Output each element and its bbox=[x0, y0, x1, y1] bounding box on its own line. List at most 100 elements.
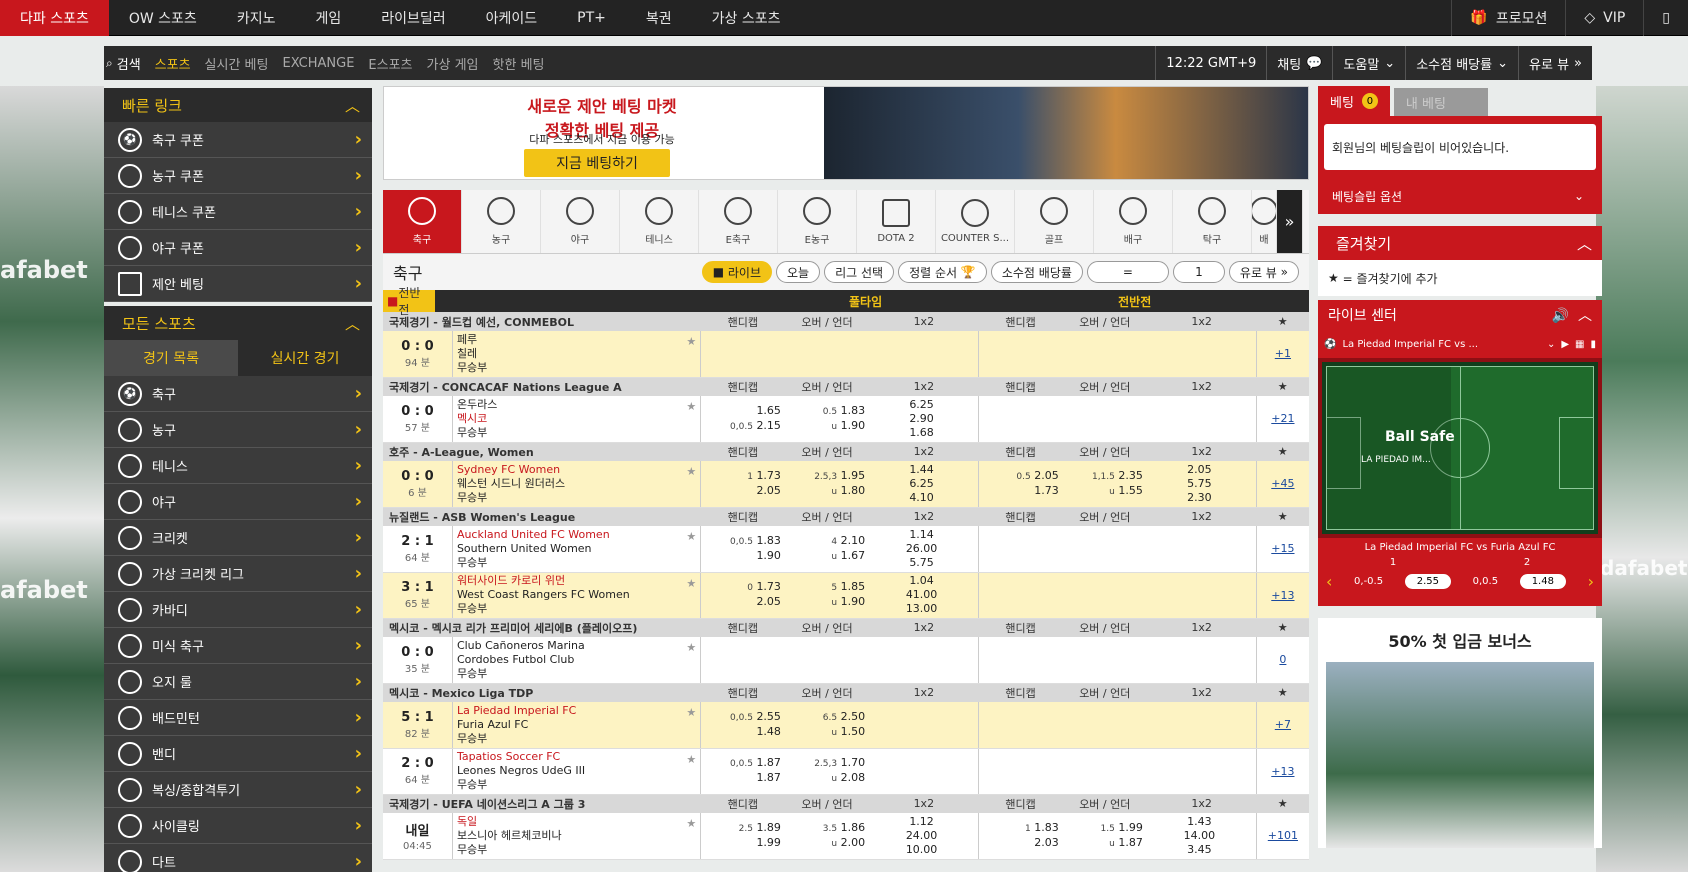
tab-match-list[interactable]: 경기 목록 bbox=[104, 340, 238, 376]
more-markets-link[interactable]: +13 bbox=[1256, 572, 1309, 619]
overunder-odds[interactable]: 3.5 1.86 u 2.00 bbox=[784, 813, 870, 860]
nav-games[interactable]: 게임 bbox=[295, 0, 361, 36]
x12-odds[interactable]: 1.12 24.00 10.00 bbox=[869, 813, 980, 860]
handicap-odds[interactable]: 0,0.5 2.55 1.48 bbox=[700, 702, 785, 749]
fh-overunder-odds[interactable] bbox=[1062, 702, 1147, 749]
tab-basketball[interactable]: 농구 bbox=[462, 190, 541, 253]
sport-item-darts[interactable]: 다트 › bbox=[104, 844, 372, 872]
mobile-link[interactable]: ▯ bbox=[1643, 0, 1688, 36]
fh-handicap-odds[interactable] bbox=[978, 748, 1063, 795]
help-dropdown[interactable]: 도움말 ⌄ bbox=[1332, 46, 1405, 80]
view-select[interactable]: 유로 뷰 » bbox=[1228, 261, 1299, 283]
fh-handicap-odds[interactable] bbox=[978, 396, 1063, 443]
tab-live-matches[interactable]: 실시간 경기 bbox=[238, 340, 372, 376]
sport-item-baseball[interactable]: 야구 › bbox=[104, 484, 372, 520]
fh-handicap-odds[interactable] bbox=[978, 331, 1063, 378]
fh-x12-odds[interactable] bbox=[1146, 396, 1257, 443]
sport-item-football[interactable]: ⚽ 축구 › bbox=[104, 376, 372, 412]
tabs-scroll-right[interactable]: » bbox=[1277, 190, 1303, 253]
search-label[interactable]: 검색 bbox=[117, 54, 148, 73]
x12-odds[interactable] bbox=[869, 748, 980, 795]
sport-item-boxing-mma[interactable]: 복싱/종합격투기 › bbox=[104, 772, 372, 808]
odds-format-select[interactable]: 소수점 배당률 bbox=[990, 261, 1083, 283]
vip-link[interactable]: ◇ VIP bbox=[1565, 0, 1643, 36]
subnav-exchange[interactable]: EXCHANGE bbox=[275, 56, 361, 71]
fh-handicap-odds[interactable] bbox=[978, 702, 1063, 749]
x12-odds[interactable]: 1.44 6.25 4.10 bbox=[869, 461, 980, 508]
fh-x12-odds[interactable] bbox=[1146, 331, 1257, 378]
fh-overunder-odds[interactable] bbox=[1062, 331, 1147, 378]
teams-cell[interactable]: Tapatios Soccer FC Leones Negros UdeG III… bbox=[452, 748, 702, 795]
overunder-odds[interactable]: 0.5 1.83 u 1.90 bbox=[784, 396, 870, 443]
chevron-up-icon[interactable]: ︿ bbox=[1578, 308, 1592, 324]
fh-overunder-odds[interactable] bbox=[1062, 748, 1147, 795]
today-filter[interactable]: 오늘 bbox=[776, 261, 821, 283]
market-select[interactable]: = bbox=[1086, 261, 1169, 283]
fh-x12-odds[interactable] bbox=[1146, 572, 1257, 619]
count-select[interactable]: 1 bbox=[1172, 261, 1225, 283]
sort-order[interactable]: 정렬 순서 🏆 bbox=[898, 261, 987, 283]
video-icon[interactable]: ▶ bbox=[1561, 339, 1569, 350]
league-select[interactable]: 리그 선택 bbox=[824, 261, 895, 283]
subnav-live-betting[interactable]: 실시간 베팅 bbox=[198, 54, 276, 73]
tab-baseball[interactable]: 야구 bbox=[541, 190, 620, 253]
promo-banner[interactable]: 새로운 제안 베팅 마켓 정확한 베팅 제공 다파 스포츠에서 지금 이용 가능 … bbox=[383, 86, 1309, 180]
odd-button[interactable]: 1.48 bbox=[1519, 574, 1566, 589]
fh-x12-odds[interactable] bbox=[1146, 637, 1257, 684]
sport-item-american-football[interactable]: 미식 축구 › bbox=[104, 628, 372, 664]
sport-item-kabaddi[interactable]: 카바디 › bbox=[104, 592, 372, 628]
subnav-virtual-games[interactable]: 가상 게임 bbox=[420, 54, 486, 73]
subnav-esports[interactable]: E스포츠 bbox=[361, 54, 419, 73]
fh-overunder-odds[interactable] bbox=[1062, 526, 1147, 573]
nav-pt-plus[interactable]: PT+ bbox=[557, 0, 626, 36]
more-markets-link[interactable]: +7 bbox=[1256, 702, 1309, 749]
nav-casino[interactable]: 카지노 bbox=[217, 0, 296, 36]
view-toggle[interactable]: 유로 뷰» bbox=[1518, 46, 1592, 80]
fh-overunder-odds[interactable]: 1,1.5 2.35 u 1.55 bbox=[1062, 461, 1147, 508]
live-filter[interactable]: ■ 라이브 bbox=[701, 261, 772, 283]
stats-icon[interactable]: ▮ bbox=[1590, 339, 1596, 350]
teams-cell[interactable]: Sydney FC Women 웨스턴 시드니 원더러스 무승부 ★ bbox=[452, 461, 702, 508]
fh-x12-odds[interactable] bbox=[1146, 526, 1257, 573]
fh-handicap-odds[interactable]: 0.5 2.05 1.73 bbox=[978, 461, 1063, 508]
tab-dota2[interactable]: DOTA 2 bbox=[857, 190, 936, 253]
star-icon[interactable]: ★ bbox=[1256, 683, 1309, 702]
league-name[interactable]: 멕시코 - Mexico Liga TDP bbox=[383, 683, 701, 702]
tab-volleyball[interactable]: 배구 bbox=[1094, 190, 1173, 253]
fh-handicap-odds[interactable] bbox=[978, 637, 1063, 684]
quick-item-baseball-coupon[interactable]: 야구 쿠폰 › bbox=[104, 230, 372, 266]
quick-item-football-coupon[interactable]: ⚽ 축구 쿠폰 › bbox=[104, 122, 372, 158]
sound-icon[interactable]: 🔊 bbox=[1552, 308, 1569, 324]
quick-links-header[interactable]: 빠른 링크 ︿ bbox=[104, 88, 372, 122]
tab-counter-strike[interactable]: COUNTER S... bbox=[936, 190, 1015, 253]
fh-overunder-odds[interactable] bbox=[1062, 572, 1147, 619]
more-markets-link[interactable]: +21 bbox=[1256, 396, 1309, 443]
overunder-odds[interactable] bbox=[784, 331, 870, 378]
handicap-odds[interactable]: 0,0.5 1.83 1.90 bbox=[700, 526, 785, 573]
search-icon[interactable]: ⌕ bbox=[104, 56, 117, 71]
league-name[interactable]: 국제경기 - 월드컵 예선, CONMEBOL bbox=[383, 312, 701, 331]
quick-item-basketball-coupon[interactable]: 농구 쿠폰 › bbox=[104, 158, 372, 194]
overunder-odds[interactable]: 5 1.85 u 1.90 bbox=[784, 572, 870, 619]
bonus-card[interactable]: 50% 첫 입금 보너스 bbox=[1318, 618, 1602, 848]
sport-item-cricket[interactable]: 크리켓 › bbox=[104, 520, 372, 556]
nav-live-dealer[interactable]: 라이브딜러 bbox=[361, 0, 465, 36]
subnav-sports[interactable]: 스포츠 bbox=[148, 54, 198, 73]
tab-football[interactable]: 축구 bbox=[383, 190, 462, 253]
x12-odds[interactable] bbox=[869, 331, 980, 378]
fh-x12-odds[interactable] bbox=[1146, 702, 1257, 749]
nav-ow-sports[interactable]: OW 스포츠 bbox=[109, 0, 217, 36]
fh-handicap-odds[interactable] bbox=[978, 526, 1063, 573]
sport-item-bandy[interactable]: 밴디 › bbox=[104, 736, 372, 772]
more-markets-link[interactable]: +45 bbox=[1256, 461, 1309, 508]
overunder-odds[interactable] bbox=[784, 637, 870, 684]
fh-x12-odds[interactable]: 2.05 5.75 2.30 bbox=[1146, 461, 1257, 508]
promotion-link[interactable]: 🎁 프로모션 bbox=[1451, 0, 1565, 36]
teams-cell[interactable]: Club Cañoneros Marina Cordobes Futbol Clu… bbox=[452, 637, 702, 684]
pitch-icon[interactable]: ▦ bbox=[1575, 339, 1584, 350]
star-icon[interactable]: ★ bbox=[1256, 312, 1309, 331]
league-name[interactable]: 뉴질랜드 - ASB Women's League bbox=[383, 507, 701, 526]
star-icon[interactable]: ★ bbox=[1256, 442, 1309, 461]
quick-item-prop-bets[interactable]: 제안 베팅 › bbox=[104, 266, 372, 302]
league-name[interactable]: 국제경기 - CONCACAF Nations League A bbox=[383, 377, 701, 396]
